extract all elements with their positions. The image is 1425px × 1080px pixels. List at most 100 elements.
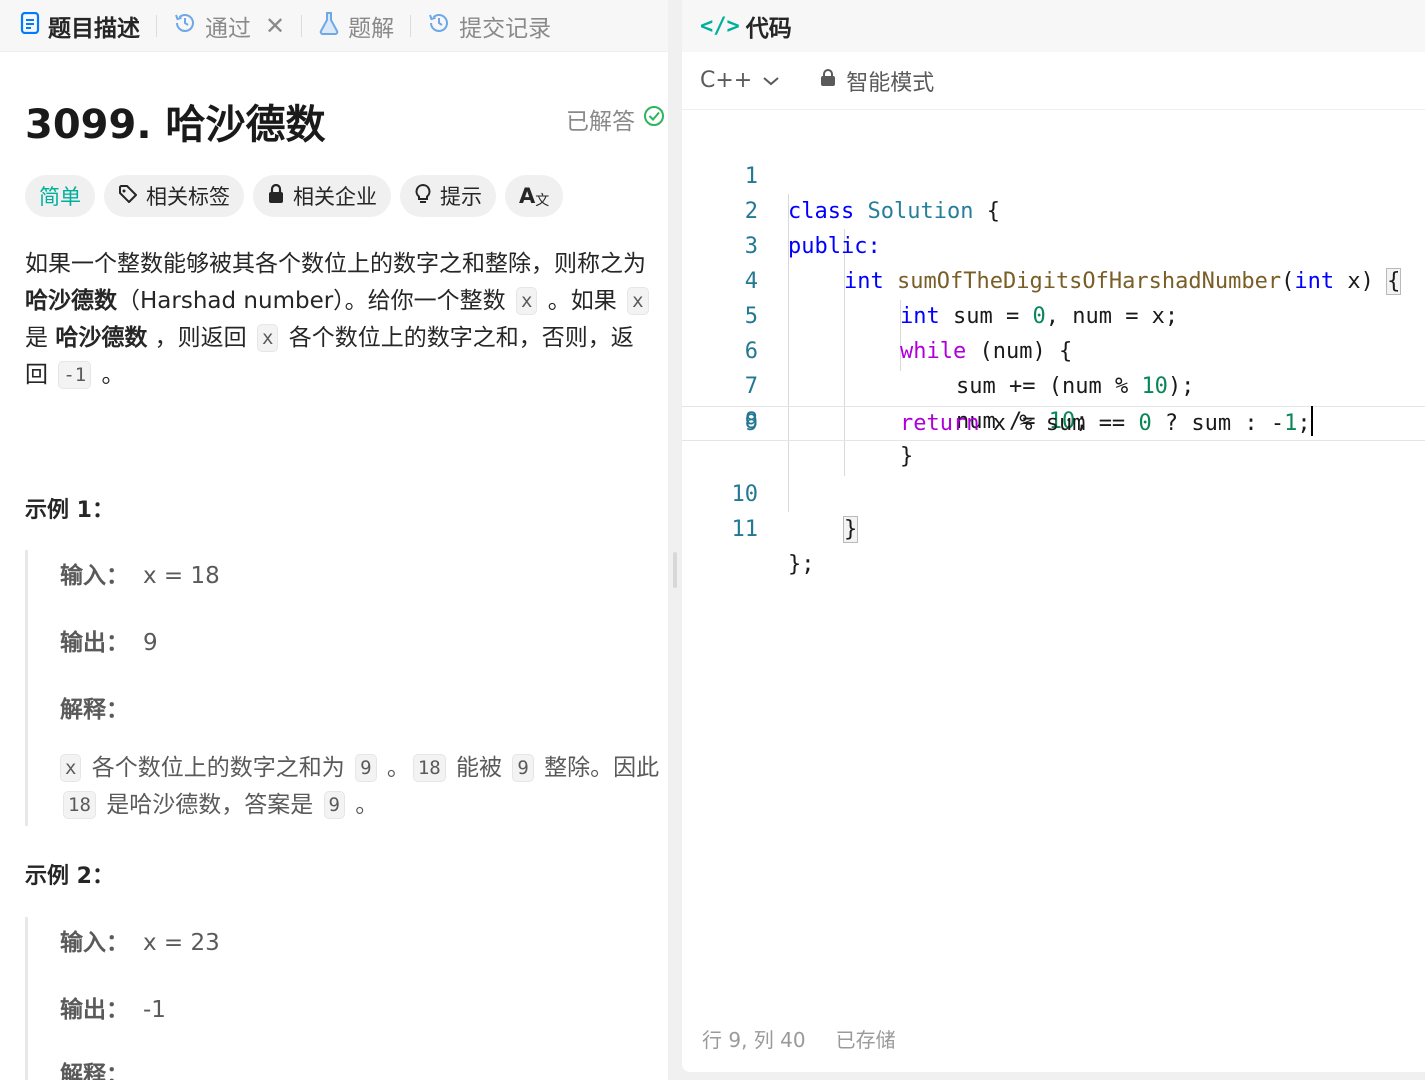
chevron-down-icon bbox=[762, 68, 780, 93]
solved-label: 已解答 bbox=[566, 109, 635, 135]
check-circle-icon bbox=[643, 105, 665, 133]
code-text: }; bbox=[788, 547, 815, 582]
explain-text: 能被 bbox=[448, 755, 510, 781]
example-1-title: 示例 1： bbox=[25, 498, 114, 523]
related-tags-button[interactable]: 相关标签 bbox=[104, 175, 244, 217]
example-input: 输入： x = 18 bbox=[60, 556, 220, 590]
code-token: return bbox=[900, 411, 980, 436]
code-line: 3 int sumOfTheDigitsOfHarshadNumber(int … bbox=[682, 194, 1425, 295]
code-panel-title: 代码 bbox=[745, 16, 792, 42]
problem-tab-bar: 题目描述 通过 ✕ 题解 提交记录 bbox=[0, 0, 668, 52]
description-text: ，则返回 bbox=[147, 325, 254, 351]
input-label: 输入： bbox=[60, 930, 129, 956]
output-label: 输出： bbox=[60, 630, 129, 656]
close-icon[interactable]: ✕ bbox=[265, 12, 285, 40]
code-line: 5 while (num) { bbox=[682, 264, 1425, 364]
line-number: 11 bbox=[731, 517, 759, 542]
code-panel-header: </> 代码 bbox=[682, 0, 1425, 52]
example-2-block: 输入： x = 23 输出： -1 解释： bbox=[25, 917, 660, 1080]
description-text: 如果一个整数能够被其各个数位上的数字之和整除，则称之为 bbox=[25, 251, 646, 277]
problem-description: 如果一个整数能够被其各个数位上的数字之和整除，则称之为 哈沙德数（Harshad… bbox=[25, 246, 655, 394]
editor-status-bar: 行 9, 列 40 已存储 bbox=[702, 1024, 896, 1053]
inline-code: -1 bbox=[58, 361, 92, 389]
example-output: 输出： 9 bbox=[60, 623, 158, 657]
editor-toolbar: C++ 智能模式 bbox=[682, 52, 1425, 110]
tab-solutions-label: 题解 bbox=[348, 15, 395, 42]
text-cursor bbox=[1310, 406, 1313, 436]
code-line-active: 9 return x % sum == 0 ? sum : -1; bbox=[682, 406, 1425, 441]
matched-bracket: } bbox=[842, 516, 859, 543]
tab-solutions[interactable]: 题解 bbox=[318, 0, 394, 52]
tab-divider bbox=[156, 14, 157, 37]
description-bold: 哈沙德数 bbox=[25, 288, 117, 314]
output-label: 输出： bbox=[60, 997, 129, 1023]
example-input: 输入： x = 23 bbox=[60, 923, 220, 957]
code-line: 8 } bbox=[682, 369, 1425, 469]
example-output: 输出： -1 bbox=[60, 990, 166, 1024]
tab-accepted-label: 通过 bbox=[205, 15, 251, 42]
tab-submissions-label: 提交记录 bbox=[459, 15, 552, 42]
related-companies-button[interactable]: 相关企业 bbox=[253, 175, 391, 217]
difficulty-badge[interactable]: 简单 bbox=[25, 175, 95, 217]
hint-label: 提示 bbox=[440, 185, 482, 209]
inline-code: 9 bbox=[355, 754, 377, 782]
output-value: 9 bbox=[143, 630, 158, 656]
flask-icon bbox=[318, 11, 340, 41]
description-bold: 哈沙德数 bbox=[55, 325, 148, 351]
code-line: 11 }; bbox=[682, 477, 1425, 577]
code-token: x % sum == bbox=[979, 411, 1139, 436]
code-line: 10 } bbox=[682, 442, 1425, 543]
related-companies-label: 相关企业 bbox=[293, 185, 377, 209]
description-text: （Harshad number）。给你一个整数 bbox=[117, 288, 513, 314]
inline-code: 9 bbox=[323, 791, 345, 819]
tag-icon bbox=[118, 184, 138, 209]
inline-code: 18 bbox=[412, 754, 446, 782]
problem-title: 3099. 哈沙德数 bbox=[25, 102, 326, 148]
output-value: -1 bbox=[143, 997, 166, 1023]
problem-panel: 题目描述 通过 ✕ 题解 提交记录 3099. 哈沙德数 已解答 简单 相关标签… bbox=[0, 0, 668, 1080]
language-label: C++ bbox=[700, 68, 753, 93]
translate-button[interactable]: A文 bbox=[505, 175, 564, 217]
code-token: 1 bbox=[1284, 411, 1298, 436]
panel-resize-handle[interactable] bbox=[668, 0, 682, 1080]
example-explanation-label: 解释： bbox=[60, 690, 129, 724]
explain-text: 。 bbox=[379, 755, 410, 781]
description-text: 是 bbox=[25, 325, 56, 351]
example-explanation: x 各个数位上的数字之和为 9 。 18 能被 9 整除。因此 18 是哈沙德数，… bbox=[60, 750, 660, 824]
example-explanation-label: 解释： bbox=[60, 1055, 129, 1080]
resize-grip[interactable] bbox=[673, 552, 677, 588]
inline-code: x bbox=[627, 287, 649, 315]
tab-accepted[interactable]: 通过 ✕ bbox=[173, 0, 285, 52]
inline-code: x bbox=[60, 754, 82, 782]
tab-divider bbox=[301, 14, 303, 37]
code-token: 0 bbox=[1138, 411, 1152, 436]
translate-icon-sub: 文 bbox=[535, 193, 550, 209]
code-editor[interactable]: 1 class Solution { 2 public: 3 int sumOf… bbox=[682, 124, 1425, 577]
code-text: return x % sum == 0 ? sum : -1; bbox=[900, 406, 1313, 441]
code-line: 2 public: bbox=[682, 159, 1425, 259]
language-select[interactable]: C++ bbox=[700, 68, 780, 93]
example-2-title: 示例 2： bbox=[25, 864, 114, 889]
explain-text: 各个数位上的数字之和为 bbox=[84, 755, 353, 781]
tab-submissions[interactable]: 提交记录 bbox=[427, 0, 551, 52]
code-token: ? sum : - bbox=[1151, 411, 1285, 436]
code-token: ; bbox=[1297, 411, 1311, 436]
hint-button[interactable]: 提示 bbox=[400, 175, 496, 217]
explain-text: 整除。因此 bbox=[536, 755, 660, 781]
explain-text: 。 bbox=[347, 792, 379, 818]
related-tags-label: 相关标签 bbox=[146, 185, 230, 209]
cursor-position: 行 9, 列 40 bbox=[702, 1028, 806, 1052]
code-line: 4 int sum = 0, num = x; bbox=[682, 229, 1425, 329]
input-label: 输入： bbox=[60, 563, 129, 589]
problem-tags: 简单 相关标签 相关企业 提示 A文 bbox=[25, 175, 564, 217]
input-value: x = 18 bbox=[143, 563, 220, 589]
smart-mode-label: 智能模式 bbox=[846, 70, 935, 96]
description-text: 。 bbox=[94, 362, 125, 388]
code-line: 7 num /= 10; bbox=[682, 334, 1425, 434]
code-panel: </> 代码 C++ 智能模式 1 class Solution { 2 pub… bbox=[682, 0, 1425, 1072]
inline-code: x bbox=[516, 287, 538, 315]
smart-mode-toggle[interactable]: 智能模式 bbox=[820, 65, 934, 97]
inline-code: 9 bbox=[512, 754, 534, 782]
explain-label: 解释： bbox=[60, 697, 129, 723]
tab-description[interactable]: 题目描述 bbox=[20, 0, 140, 52]
